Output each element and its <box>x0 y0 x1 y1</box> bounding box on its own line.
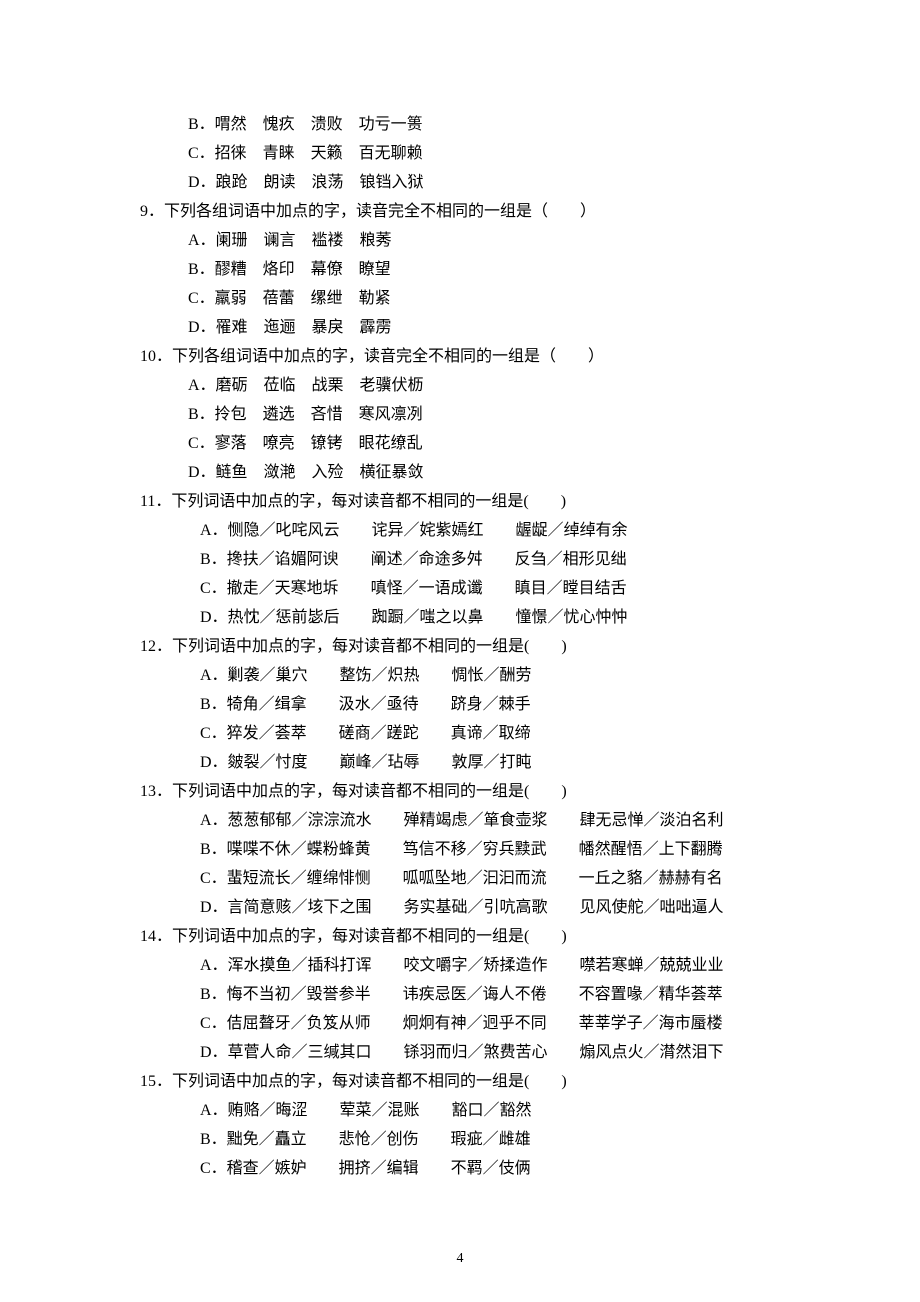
option-line: D．皴裂／忖度 巅峰／玷辱 敦厚／打盹 <box>140 748 820 777</box>
question-stem: 11．下列词语中加点的字，每对读音都不相同的一组是( ) <box>140 487 820 516</box>
question-stem: 10．下列各组词语中加点的字，读音完全不相同的一组是（ ） <box>140 342 820 371</box>
option-line: B．喟然 愧疚 溃败 功亏一篑 <box>140 110 820 139</box>
option-line: C．猝发／荟萃 磋商／蹉跎 真谛／取缔 <box>140 719 820 748</box>
option-line: A．剿袭／巢穴 整饬／炽热 惆怅／酬劳 <box>140 661 820 690</box>
option-line: D．草菅人命／三缄其口 铩羽而归／煞费苦心 煽风点火／潸然泪下 <box>140 1038 820 1067</box>
option-line: A．贿赂／晦涩 荤菜／混账 豁口／豁然 <box>140 1096 820 1125</box>
question-stem: 12．下列词语中加点的字，每对读音都不相同的一组是( ) <box>140 632 820 661</box>
page: B．喟然 愧疚 溃败 功亏一篑 C．招徕 青睐 天籁 百无聊赖 D．踉跄 朗读 … <box>0 0 920 1302</box>
option-line: C．蜚短流长／缠绵悱恻 呱呱坠地／汩汩而流 一丘之貉／赫赫有名 <box>140 864 820 893</box>
option-line: A．恻隐／叱咤风云 诧异／姹紫嫣红 龌龊／绰绰有余 <box>140 516 820 545</box>
question-stem: 14．下列词语中加点的字，每对读音都不相同的一组是( ) <box>140 922 820 951</box>
option-line: C．稽查／嫉妒 拥挤／编辑 不羁／伎俩 <box>140 1154 820 1183</box>
option-line: B．黜免／矗立 悲怆／创伤 瑕疵／雌雄 <box>140 1125 820 1154</box>
option-line: B．搀扶／谄媚阿谀 阐述／命途多舛 反刍／相形见绌 <box>140 545 820 574</box>
option-line: C．招徕 青睐 天籁 百无聊赖 <box>140 139 820 168</box>
option-line: C．佶屈聱牙／负笈从师 炯炯有神／迥乎不同 莘莘学子／海市蜃楼 <box>140 1009 820 1038</box>
option-line: B．犄角／缉拿 汲水／亟待 跻身／棘手 <box>140 690 820 719</box>
option-line: B．拎包 遴选 吝惜 寒风凛冽 <box>140 400 820 429</box>
option-line: C．羸弱 蓓蕾 缧绁 勒紧 <box>140 284 820 313</box>
option-line: B．悔不当初／毁誉参半 讳疾忌医／诲人不倦 不容置喙／精华荟萃 <box>140 980 820 1009</box>
option-line: D．罹难 迤逦 暴戾 霹雳 <box>140 313 820 342</box>
option-line: C．撤走／天寒地坼 嗔怪／一语成谶 瞋目／瞠目结舌 <box>140 574 820 603</box>
option-line: A．阑珊 谰言 褴褛 粮莠 <box>140 226 820 255</box>
question-stem: 9．下列各组词语中加点的字，读音完全不相同的一组是（ ） <box>140 197 820 226</box>
question-stem: 13．下列词语中加点的字，每对读音都不相同的一组是( ) <box>140 777 820 806</box>
option-line: A．葱葱郁郁／淙淙流水 殚精竭虑／箪食壶浆 肆无忌惮／淡泊名利 <box>140 806 820 835</box>
option-line: B．醪糟 烙印 幕僚 瞭望 <box>140 255 820 284</box>
question-stem: 15．下列词语中加点的字，每对读音都不相同的一组是( ) <box>140 1067 820 1096</box>
page-number: 4 <box>0 1251 920 1267</box>
option-line: D．言简意赅／垓下之围 务实基础／引吭高歌 见风使舵／咄咄逼人 <box>140 893 820 922</box>
option-line: C．寥落 嘹亮 镣铐 眼花缭乱 <box>140 429 820 458</box>
option-line: D．热忱／惩前毖后 踟蹰／嗤之以鼻 憧憬／忧心忡忡 <box>140 603 820 632</box>
option-line: D．踉跄 朗读 浪荡 锒铛入狱 <box>140 168 820 197</box>
option-line: D．鲢鱼 潋滟 入殓 横征暴敛 <box>140 458 820 487</box>
option-line: B．喋喋不休／蝶粉蜂黄 笃信不移／穷兵黩武 幡然醒悟／上下翻腾 <box>140 835 820 864</box>
option-line: A．浑水摸鱼／插科打诨 咬文嚼字／矫揉造作 噤若寒蝉／兢兢业业 <box>140 951 820 980</box>
option-line: A．磨砺 莅临 战栗 老骥伏枥 <box>140 371 820 400</box>
